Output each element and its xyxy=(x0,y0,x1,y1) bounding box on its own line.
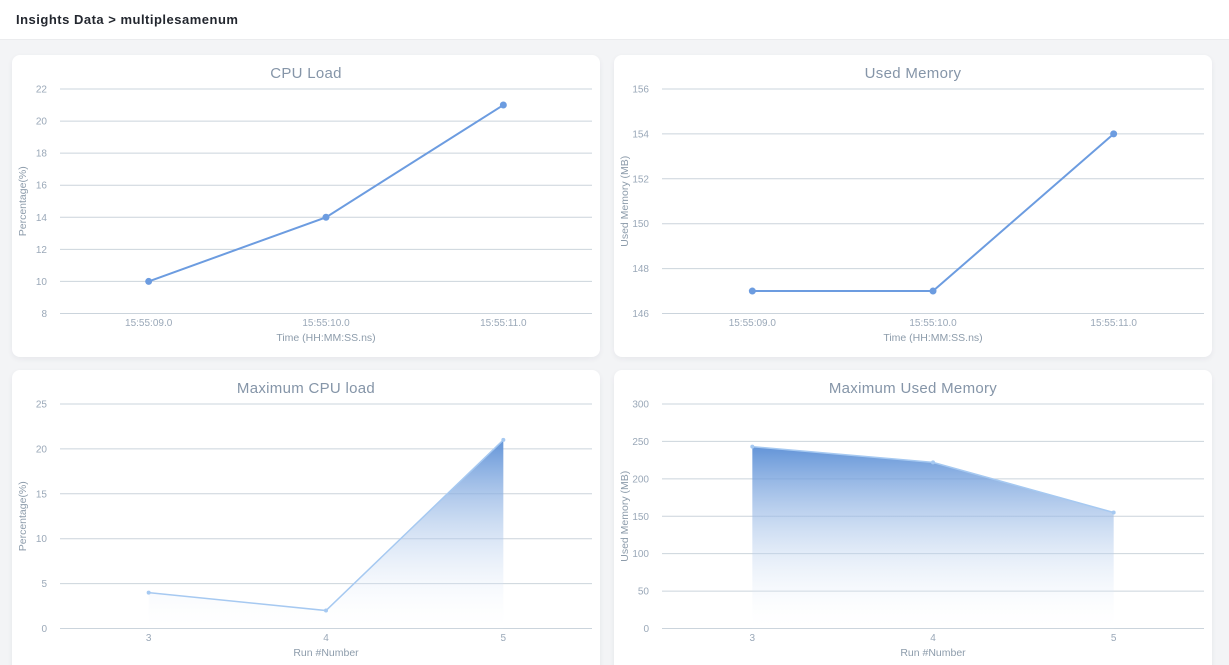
y-tick-label: 0 xyxy=(643,624,649,635)
y-axis-title: Used Memory (MB) xyxy=(619,156,631,247)
y-tick-label: 300 xyxy=(632,400,649,411)
x-axis-title: Time (HH:MM:SS.ns) xyxy=(883,332,982,344)
gridlines: 146 148 150 152 154 156 xyxy=(632,85,1204,321)
data-point xyxy=(931,460,935,464)
data-point xyxy=(501,438,505,442)
data-point xyxy=(1112,511,1116,515)
y-tick-label: 156 xyxy=(632,85,649,96)
x-tick-label: 5 xyxy=(1111,633,1117,644)
y-tick-label: 10 xyxy=(36,277,48,288)
x-tick-label: 4 xyxy=(323,633,329,644)
series-line xyxy=(149,105,504,281)
x-tick-label: 15:55:11.0 xyxy=(1090,318,1137,329)
x-tick-label: 15:55:09.0 xyxy=(729,318,777,329)
series-line xyxy=(752,134,1113,291)
y-tick-label: 16 xyxy=(36,181,48,192)
x-tick-label: 15:55:10.0 xyxy=(302,318,350,329)
data-point xyxy=(750,445,754,449)
x-axis-labels: 3 4 5 xyxy=(750,633,1117,644)
y-tick-label: 22 xyxy=(36,85,48,96)
y-tick-label: 146 xyxy=(632,309,649,320)
data-point xyxy=(1110,130,1117,137)
y-axis-title: Percentage(%) xyxy=(17,481,29,551)
x-axis-labels: 15:55:09.0 15:55:10.0 15:55:11.0 xyxy=(729,318,1138,329)
chart-card-max-cpu-load: Maximum CPU load 0510152025345Run #Numbe… xyxy=(12,370,600,665)
x-axis-title: Time (HH:MM:SS.ns) xyxy=(276,332,375,344)
y-tick-label: 100 xyxy=(632,549,649,560)
x-axis-title: Run #Number xyxy=(900,647,966,659)
area-fill xyxy=(149,440,504,629)
y-tick-label: 150 xyxy=(632,219,649,230)
gridlines: 8 10 12 14 16 18 20 22 xyxy=(36,85,592,321)
chart-card-max-used-memory: Maximum Used Memory 05010015020025030034… xyxy=(614,370,1212,665)
y-tick-label: 152 xyxy=(632,174,649,185)
y-tick-label: 12 xyxy=(36,245,48,256)
y-tick-label: 250 xyxy=(632,437,649,448)
chart-card-used-memory: Used Memory 14614815015215415615:55:09.0… xyxy=(614,55,1212,357)
y-tick-label: 18 xyxy=(36,149,48,160)
y-tick-label: 25 xyxy=(36,400,48,411)
x-tick-label: 3 xyxy=(750,633,756,644)
max-used-memory-chart: 0 50 100 150 200 250 300 3 4 5 Run #Number Used Mem… xyxy=(614,370,1212,665)
y-tick-label: 8 xyxy=(41,309,47,320)
y-tick-label: 148 xyxy=(632,264,649,275)
y-tick-label: 10 xyxy=(36,534,48,545)
x-tick-label: 15:55:10.0 xyxy=(909,318,957,329)
y-tick-label: 50 xyxy=(638,587,650,598)
x-axis-labels: 3 4 5 xyxy=(146,633,507,644)
x-tick-label: 5 xyxy=(501,633,507,644)
x-tick-label: 4 xyxy=(930,633,936,644)
x-axis-title: Run #Number xyxy=(293,647,359,659)
data-point xyxy=(323,214,330,221)
app-root: Insights Data > multiplesamenum CPU Load… xyxy=(0,0,1229,665)
data-point xyxy=(500,102,507,109)
y-tick-label: 150 xyxy=(632,512,649,523)
cpu-load-chart: 81012141618202215:55:09.015:55:10.015:55… xyxy=(12,55,600,357)
data-point xyxy=(147,591,151,595)
y-axis-title: Percentage(%) xyxy=(17,166,29,236)
y-axis-title: Used Memory (MB) xyxy=(619,471,631,562)
data-point xyxy=(930,288,937,295)
x-tick-label: 15:55:11.0 xyxy=(480,318,527,329)
y-tick-label: 20 xyxy=(36,444,48,455)
y-tick-label: 14 xyxy=(36,213,48,224)
y-tick-label: 200 xyxy=(632,474,649,485)
charts-grid: CPU Load 81012141618202215:55:09.015:55:… xyxy=(0,40,1229,665)
max-cpu-load-chart: 0 5 10 15 20 25 3 4 5 Run #Number Percentage(%) xyxy=(12,370,600,665)
breadcrumb[interactable]: Insights Data > multiplesamenum xyxy=(16,12,238,27)
used-memory-chart: 14614815015215415615:55:09.015:55:10.015… xyxy=(614,55,1212,357)
y-tick-label: 5 xyxy=(41,579,47,590)
x-tick-label: 15:55:09.0 xyxy=(125,318,173,329)
data-point xyxy=(749,288,756,295)
data-point xyxy=(324,609,328,613)
x-tick-label: 3 xyxy=(146,633,152,644)
data-point xyxy=(145,278,152,285)
header: Insights Data > multiplesamenum xyxy=(0,0,1229,40)
x-axis-labels: 15:55:09.0 15:55:10.0 15:55:11.0 xyxy=(125,318,527,329)
area-fill xyxy=(752,447,1113,629)
y-tick-label: 0 xyxy=(41,624,47,635)
y-tick-label: 154 xyxy=(632,129,649,140)
y-tick-label: 20 xyxy=(36,117,48,128)
chart-card-cpu-load: CPU Load 81012141618202215:55:09.015:55:… xyxy=(12,55,600,357)
gridlines: 0 5 10 15 20 25 xyxy=(36,400,592,636)
y-tick-label: 15 xyxy=(36,489,48,500)
